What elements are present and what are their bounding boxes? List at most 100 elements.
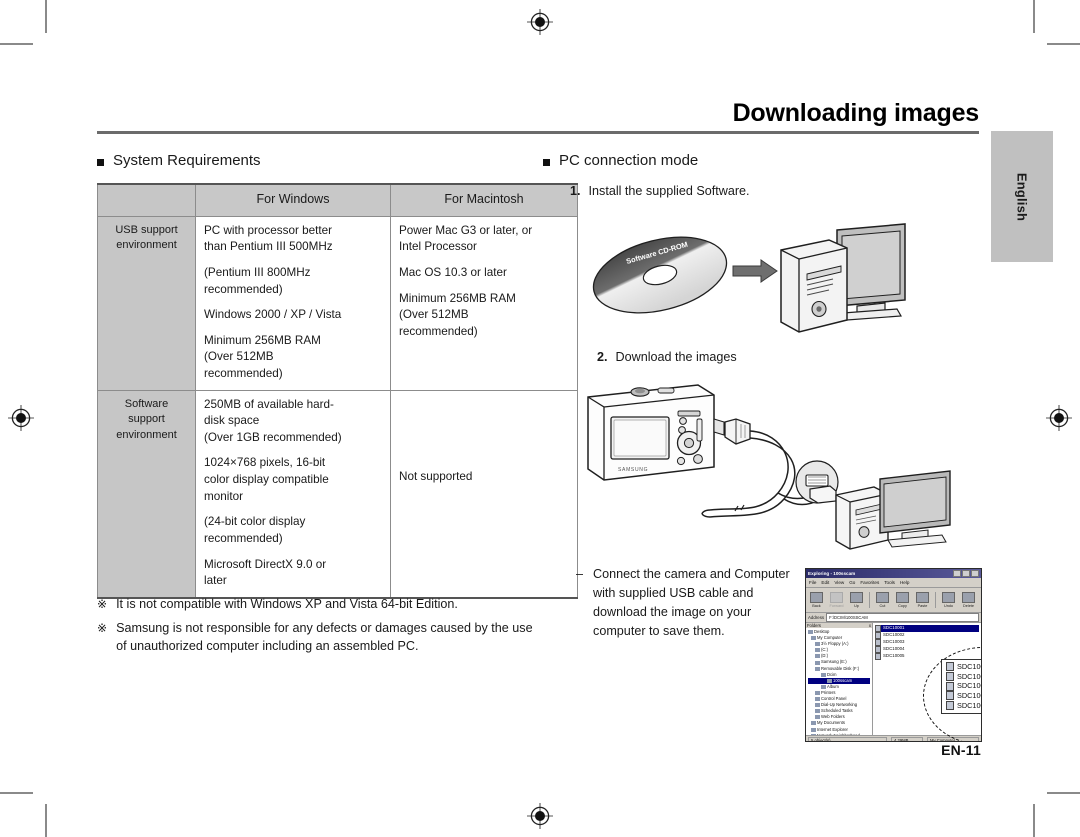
image-file-icon (946, 681, 954, 691)
cell-line: recommended) (204, 282, 283, 296)
toolbar-undo-button[interactable]: Undo (940, 592, 957, 608)
menu-tools[interactable]: Tools (884, 580, 895, 585)
toolbar-forward-button[interactable]: Forward (828, 592, 845, 608)
image-file-icon (875, 639, 881, 646)
magnified-file-item: SDC10003 (946, 681, 981, 691)
row-label-software-support: Software support environment (97, 389, 196, 599)
drive-icon (815, 654, 820, 659)
digital-camera-icon: SAMSUNG (587, 384, 725, 481)
cell-line: (Over 1GB recommended) (204, 430, 342, 444)
footnote-text: Samsung is not responsible for any defec… (116, 620, 533, 653)
cell-block: Windows 2000 / XP / Vista (204, 307, 382, 324)
toolbar-label: Copy (898, 604, 907, 608)
file-item-selected[interactable]: SDC10001 (875, 625, 979, 632)
toolbar-paste-button[interactable]: Paste (914, 592, 931, 608)
section-heading-system-requirements: System Requirements (97, 152, 532, 169)
toolbar-label: Undo (943, 604, 954, 608)
cell-line: Windows 2000 / XP / Vista (204, 308, 342, 322)
toolbar-up-button[interactable]: Up (848, 592, 865, 608)
scheduled-tasks-icon (815, 709, 820, 714)
cell-line: later (204, 574, 227, 588)
cell-usb-macintosh: Power Mac G3 or later, or Intel Processo… (390, 215, 578, 391)
cell-line: recommended) (204, 531, 283, 545)
usb-port-closeup-icon (795, 460, 839, 504)
connection-instruction-text: Connect the camera and Computer with sup… (593, 567, 790, 638)
toolbar-label: Delete (963, 604, 974, 608)
close-button[interactable] (971, 570, 979, 577)
drive-icon (815, 660, 820, 665)
toolbar-label: Cut (879, 604, 886, 608)
cell-software-macintosh: Not supported (390, 389, 578, 599)
menu-view[interactable]: View (834, 580, 844, 585)
dash-marker-icon: – (576, 567, 584, 581)
cell-block: Minimum 256MB RAM (Over 512MB recommende… (399, 291, 569, 341)
scissors-icon (876, 592, 889, 603)
section-heading-label: PC connection mode (559, 152, 699, 169)
cell-block: Not supported (399, 397, 569, 486)
left-column: System Requirements For Windows For Maci… (97, 152, 578, 599)
svg-text:SAMSUNG: SAMSUNG (618, 467, 648, 473)
step-install-software: 1. Install the supplied Software. (570, 183, 983, 201)
cell-line: monitor (204, 489, 243, 503)
crop-mark-tl-v (45, 0, 47, 33)
square-bullet-icon (543, 159, 550, 166)
image-file-icon (875, 653, 881, 660)
dialup-icon (815, 703, 820, 708)
file-name: SDC10001 (957, 662, 981, 671)
menu-file[interactable]: File (809, 580, 816, 585)
right-column: PC connection mode 1. Install the suppli… (543, 152, 983, 205)
crop-mark-tl-h (0, 43, 33, 45)
magnified-file-item: SDC10001 (946, 662, 981, 672)
cell-line: Not supported (399, 469, 473, 483)
cell-line: (Over 512MB (399, 308, 469, 322)
language-tab-label: English (1014, 172, 1030, 221)
menu-go[interactable]: Go (849, 580, 855, 585)
step-download-images: 2. Download the images (597, 349, 737, 367)
footnote-item: ※ Samsung is not responsible for any def… (97, 620, 537, 656)
folders-pane-close-icon[interactable]: x (869, 623, 871, 628)
cell-line: PC with processor better (204, 223, 332, 237)
removable-disk-icon (815, 666, 820, 671)
cdrom-disc-icon: Software CD-ROM (592, 236, 728, 314)
web-folders-icon (815, 715, 820, 720)
title-divider (97, 131, 979, 135)
cell-line: (Over 512MB (204, 350, 274, 364)
minimize-button[interactable] (953, 570, 961, 577)
menu-favorites[interactable]: Favorites (860, 580, 879, 585)
row-label-line-2: environment (116, 239, 177, 252)
reference-mark-icon: ※ (97, 620, 108, 635)
cell-block: Microsoft DirectX 9.0 or later (204, 557, 382, 590)
toolbar-label: Up (854, 604, 859, 608)
file-item[interactable]: SDC10002 (875, 632, 979, 639)
cell-line: Power Mac G3 or later, or (399, 223, 533, 237)
cell-line: recommended) (399, 324, 478, 338)
address-value: F:\DCIM\100SSCAM (829, 615, 868, 620)
tree-item[interactable]: Network Neighborhood (808, 733, 870, 735)
toolbar-copy-button[interactable]: Copy (894, 592, 911, 608)
page-header: Downloading images (97, 100, 979, 135)
manual-page: Downloading images English System Requir… (0, 0, 1080, 837)
cell-line: 250MB of available hard- (204, 397, 334, 411)
arrow-right-icon (732, 259, 778, 283)
toolbar-back-button[interactable]: Back (808, 592, 825, 608)
menu-edit[interactable]: Edit (821, 580, 829, 585)
toolbar-delete-button[interactable]: Delete (960, 592, 977, 608)
toolbar-cut-button[interactable]: Cut (874, 592, 891, 608)
footnote-text: It is not compatible with Windows XP and… (116, 597, 458, 611)
file-name: SDC10002 (957, 671, 981, 681)
table-row-usb-support: USB support environment PC with processo… (97, 215, 578, 391)
folder-icon (821, 672, 826, 677)
table-header-row: For Windows For Macintosh (97, 182, 578, 217)
delete-x-icon (962, 592, 975, 603)
address-input[interactable]: F:\DCIM\100SSCAM (826, 613, 979, 622)
registration-mark-bottom (527, 803, 553, 829)
clipboard-icon (916, 592, 929, 603)
file-item[interactable]: SDC10003 (875, 639, 979, 646)
registration-mark-left (8, 405, 34, 431)
maximize-button[interactable] (962, 570, 970, 577)
step-number: 1. (570, 184, 581, 198)
usb-connector-icon (724, 418, 751, 445)
cell-block: Power Mac G3 or later, or Intel Processo… (399, 223, 569, 256)
menu-help[interactable]: Help (900, 580, 909, 585)
cell-block: Mac OS 10.3 or later (399, 265, 569, 282)
